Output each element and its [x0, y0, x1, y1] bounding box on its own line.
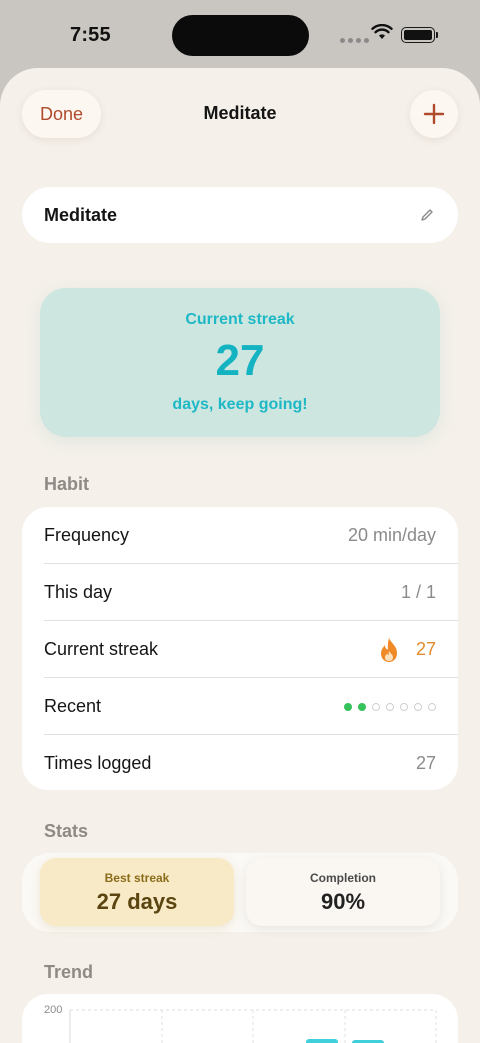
status-bar: 7:55 — [0, 0, 480, 70]
completion-label: Completion — [310, 871, 376, 885]
current-streak-label: Current streak — [44, 639, 159, 659]
recent-day-missed-dot — [400, 702, 408, 711]
recent-label: Recent — [44, 696, 102, 716]
recent-day-missed-dot — [428, 702, 436, 711]
frequency-row[interactable]: Frequency 20 min/day — [44, 507, 458, 564]
recent-day-missed-dot — [386, 702, 394, 711]
habit-name-value: Meditate — [44, 204, 118, 225]
page-title: Meditate — [203, 103, 277, 123]
trend-chart-card: 200 — [22, 994, 458, 1043]
habit-name-field[interactable]: Meditate — [22, 187, 458, 243]
recent-day-done-dot — [358, 702, 366, 711]
cellular-signal-icon — [340, 38, 369, 43]
hero-streak-value: 27 — [215, 336, 265, 385]
frequency-value: 20 min/day — [347, 525, 436, 545]
times-logged-label: Times logged — [44, 753, 152, 773]
status-time: 7:55 — [70, 24, 111, 46]
flame-icon — [378, 637, 400, 663]
best-streak-value: 27 days — [96, 889, 178, 914]
this-day-label: This day — [44, 582, 113, 602]
stats-section-header: Stats — [44, 821, 89, 841]
recent-row: Recent — [44, 678, 458, 735]
times-logged-row: Times logged 27 — [44, 735, 458, 792]
completion-tile: Completion 90% — [246, 858, 440, 926]
wifi-icon — [371, 23, 393, 45]
current-streak-hero: Current streak 27 days, keep going! — [40, 288, 440, 437]
hero-subtitle: days, keep going! — [172, 396, 308, 413]
frequency-label: Frequency — [44, 525, 130, 545]
trend-chart — [69, 1009, 437, 1043]
times-logged-value: 27 — [415, 753, 436, 773]
current-streak-value: 27 — [415, 639, 436, 659]
best-streak-tile: Best streak 27 days — [40, 858, 234, 926]
pencil-icon[interactable] — [418, 206, 436, 224]
habit-detail-sheet: Done Meditate Meditate Current streak 27… — [0, 68, 480, 1043]
trend-section-header: Trend — [44, 962, 94, 982]
stats-card: Best streak 27 days Completion 90% — [22, 853, 458, 932]
battery-icon — [401, 27, 438, 43]
best-streak-label: Best streak — [104, 871, 170, 885]
recent-days-indicator — [344, 702, 436, 711]
recent-day-missed-dot — [414, 702, 422, 711]
habit-section-header: Habit — [44, 474, 89, 494]
habit-details-card: Frequency 20 min/day This day 1 / 1 Curr… — [22, 507, 458, 790]
hero-label: Current streak — [185, 311, 295, 328]
recent-day-missed-dot — [372, 702, 380, 711]
trend-bar — [306, 1039, 338, 1043]
plus-icon — [423, 103, 445, 125]
current-streak-row: Current streak 27 — [44, 621, 458, 678]
this-day-value: 1 / 1 — [400, 582, 436, 602]
dynamic-island — [172, 15, 309, 56]
completion-value: 90% — [320, 889, 366, 914]
recent-day-done-dot — [344, 702, 352, 711]
add-button[interactable] — [410, 90, 458, 138]
this-day-row: This day 1 / 1 — [44, 564, 458, 621]
